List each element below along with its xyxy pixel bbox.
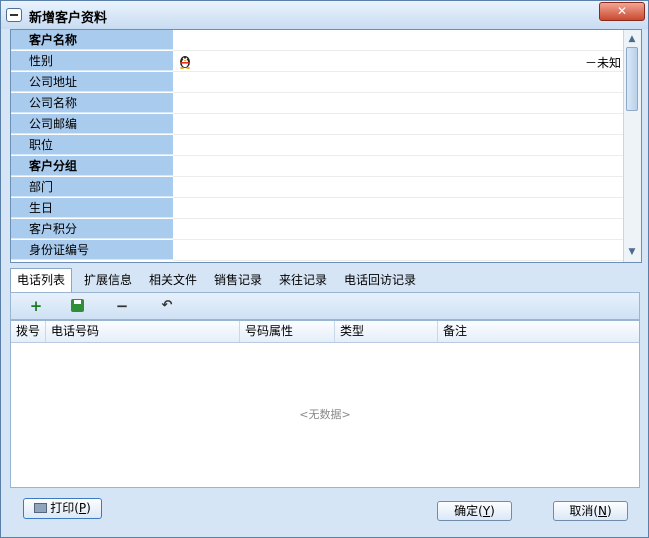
field-value-input[interactable]: [173, 219, 623, 240]
field-value-input[interactable]: [173, 156, 623, 177]
tab-phone-list[interactable]: 电话列表: [10, 268, 73, 293]
window-title: 新增客户资料: [29, 11, 108, 26]
column-header-note[interactable]: 备注: [438, 321, 639, 342]
field-label: 公司名称: [11, 93, 173, 113]
field-label: 客户名称: [11, 30, 173, 50]
tab-callback-records[interactable]: 电话回访记录: [338, 268, 422, 292]
field-label: 职位: [11, 135, 173, 155]
field-row: 公司邮编: [11, 114, 623, 135]
print-button[interactable]: 打印(P): [23, 498, 102, 519]
gender-dropdown[interactable]: －未知: [585, 54, 621, 71]
field-label: 生日: [11, 198, 173, 218]
field-value-input[interactable]: [173, 114, 623, 135]
field-row: 身份证编号: [11, 240, 623, 261]
field-row: 生日: [11, 198, 623, 219]
dialog-window: 新增客户资料 ✕ 客户名称 性别 －未知公司地址 公司名称 公司邮编 职位 客户分组 部门 生日…: [0, 0, 649, 538]
field-value-input[interactable]: [173, 93, 623, 114]
tab-related-files[interactable]: 相关文件: [143, 268, 203, 292]
window-menu-icon[interactable]: [6, 8, 22, 22]
phone-table: 拨号 电话号码 号码属性 类型 备注 <无数据>: [10, 320, 640, 488]
scroll-thumb[interactable]: [626, 47, 638, 111]
field-row: 客户积分: [11, 219, 623, 240]
property-grid: 客户名称 性别 －未知公司地址 公司名称 公司邮编 职位 客户分组 部门 生日 客户积分 身份证编号…: [10, 29, 642, 263]
table-header: 拨号 电话号码 号码属性 类型 备注: [11, 321, 639, 343]
cancel-button[interactable]: 取消(N): [553, 501, 628, 521]
column-header-type[interactable]: 类型: [335, 321, 438, 342]
field-row: 客户名称: [11, 30, 623, 51]
field-label: 部门: [11, 177, 173, 197]
save-icon[interactable]: [69, 298, 87, 314]
field-label: 公司邮编: [11, 114, 173, 134]
field-row: 职位: [11, 135, 623, 156]
field-value-input[interactable]: －未知: [173, 51, 623, 72]
close-button[interactable]: ✕: [599, 2, 645, 21]
field-label: 性别: [11, 51, 173, 71]
add-icon[interactable]: +: [27, 298, 45, 314]
field-value-input[interactable]: [173, 135, 623, 156]
field-row: 公司名称: [11, 93, 623, 114]
qq-penguin-icon: [180, 56, 190, 69]
title-bar[interactable]: 新增客户资料 ✕: [1, 1, 648, 29]
column-header-dial[interactable]: 拨号: [11, 321, 46, 342]
field-value-input[interactable]: [173, 177, 623, 198]
column-header-phone[interactable]: 电话号码: [46, 321, 240, 342]
field-row: 部门: [11, 177, 623, 198]
detail-tabs: 电话列表 扩展信息 相关文件 销售记录 来往记录 电话回访记录: [10, 268, 640, 293]
phone-toolbar: + − ↶: [10, 292, 640, 320]
ok-button[interactable]: 确定(Y): [437, 501, 512, 521]
undo-icon[interactable]: ↶: [158, 298, 176, 314]
field-label: 身份证编号: [11, 240, 173, 260]
field-value-input[interactable]: [173, 240, 623, 261]
field-value-input[interactable]: [173, 30, 623, 51]
column-header-attribute[interactable]: 号码属性: [240, 321, 335, 342]
vertical-scrollbar[interactable]: ▲ ▼: [623, 30, 641, 262]
field-label: 客户积分: [11, 219, 173, 239]
empty-state-text: <无数据>: [299, 408, 351, 421]
printer-icon: [34, 503, 48, 513]
tab-contact-records[interactable]: 来往记录: [273, 268, 333, 292]
field-label: 公司地址: [11, 72, 173, 92]
field-value-input[interactable]: [173, 198, 623, 219]
field-row: 性别 －未知: [11, 51, 623, 72]
field-value-input[interactable]: [173, 72, 623, 93]
tab-extended-info[interactable]: 扩展信息: [78, 268, 138, 292]
print-label: 打印(P): [50, 501, 91, 515]
scroll-down-icon[interactable]: ▼: [626, 246, 638, 258]
field-label: 客户分组: [11, 156, 173, 176]
tab-sales-records[interactable]: 销售记录: [208, 268, 268, 292]
field-row: 公司地址: [11, 72, 623, 93]
field-row: 客户分组: [11, 156, 623, 177]
scroll-up-icon[interactable]: ▲: [626, 33, 638, 45]
remove-icon[interactable]: −: [113, 298, 131, 314]
